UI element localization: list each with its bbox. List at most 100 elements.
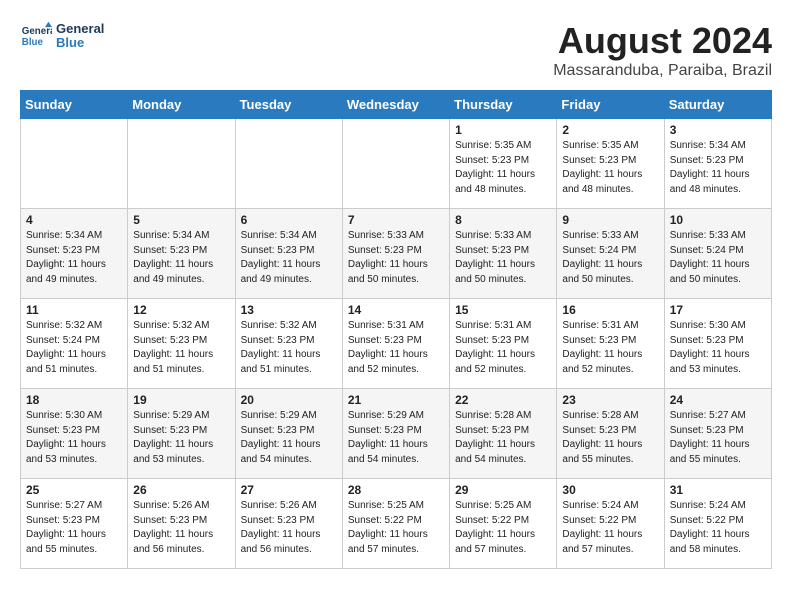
day-info: Sunrise: 5:29 AM Sunset: 5:23 PM Dayligh… (133, 409, 229, 467)
header-tuesday: Tuesday (235, 91, 342, 119)
day-number: 9 (562, 213, 658, 227)
cell-4-2: 19Sunrise: 5:29 AM Sunset: 5:23 PM Dayli… (128, 389, 235, 479)
day-info: Sunrise: 5:34 AM Sunset: 5:23 PM Dayligh… (670, 139, 766, 197)
day-info: Sunrise: 5:27 AM Sunset: 5:23 PM Dayligh… (670, 409, 766, 467)
day-number: 28 (348, 483, 444, 497)
day-info: Sunrise: 5:33 AM Sunset: 5:24 PM Dayligh… (562, 229, 658, 287)
day-info: Sunrise: 5:33 AM Sunset: 5:23 PM Dayligh… (348, 229, 444, 287)
logo: General Blue General Blue (20, 20, 104, 52)
cell-4-4: 21Sunrise: 5:29 AM Sunset: 5:23 PM Dayli… (342, 389, 449, 479)
day-number: 26 (133, 483, 229, 497)
cell-5-2: 26 Sunrise: 5:26 AM Sunset: 5:23 PM Dayli… (128, 479, 235, 569)
header-thursday: Thursday (450, 91, 557, 119)
svg-text:Blue: Blue (22, 37, 44, 48)
day-info: Sunrise: 5:25 AM Sunset: 5:22 PM Dayligh… (455, 499, 551, 557)
week-row-4: 18 Sunrise: 5:30 AM Sunset: 5:23 PM Dayli… (21, 389, 772, 479)
cell-3-3: 13 Sunrise: 5:32 AM Sunset: 5:23 PM Dayli… (235, 299, 342, 389)
day-info: Sunrise: 5:24 AM Sunset: 5:22 PM Dayligh… (562, 499, 658, 557)
day-number: 4 (26, 213, 122, 227)
cell-1-3 (235, 119, 342, 209)
day-number: 21 (348, 393, 444, 407)
header-wednesday: Wednesday (342, 91, 449, 119)
day-number: 18 (26, 393, 122, 407)
weekday-header-row: Sunday Monday Tuesday Wednesday Thursday… (21, 91, 772, 119)
day-number: 7 (348, 213, 444, 227)
cell-2-4: 7 Sunrise: 5:33 AM Sunset: 5:23 PM Daylig… (342, 209, 449, 299)
day-number: 8 (455, 213, 551, 227)
day-info: Sunrise: 5:26 AM Sunset: 5:23 PM Dayligh… (241, 499, 337, 557)
svg-text:General: General (22, 26, 52, 37)
day-info: Sunrise: 5:28 AM Sunset: 5:23 PM Dayligh… (455, 409, 551, 467)
header-friday: Friday (557, 91, 664, 119)
cell-1-6: 2 Sunrise: 5:35 AM Sunset: 5:23 PM Daylig… (557, 119, 664, 209)
day-number: 13 (241, 303, 337, 317)
logo-icon: General Blue (20, 20, 52, 52)
day-number: 16 (562, 303, 658, 317)
cell-3-2: 12 Sunrise: 5:32 AM Sunset: 5:23 PM Dayli… (128, 299, 235, 389)
calendar-title: August 2024 (553, 20, 772, 62)
day-info: Sunrise: 5:34 AM Sunset: 5:23 PM Dayligh… (26, 229, 122, 287)
day-info: Sunrise: 5:35 AM Sunset: 5:23 PM Dayligh… (562, 139, 658, 197)
day-number: 25 (26, 483, 122, 497)
cell-5-7: 31Sunrise: 5:24 AM Sunset: 5:22 PM Dayli… (664, 479, 771, 569)
day-number: 14 (348, 303, 444, 317)
day-info: Sunrise: 5:34 AM Sunset: 5:23 PM Dayligh… (241, 229, 337, 287)
day-number: 3 (670, 123, 766, 137)
cell-4-7: 24 Sunrise: 5:27 AM Sunset: 5:23 PM Dayli… (664, 389, 771, 479)
day-number: 10 (670, 213, 766, 227)
cell-2-5: 8 Sunrise: 5:33 AM Sunset: 5:23 PM Daylig… (450, 209, 557, 299)
cell-3-1: 11Sunrise: 5:32 AM Sunset: 5:24 PM Dayli… (21, 299, 128, 389)
day-number: 6 (241, 213, 337, 227)
cell-5-3: 27 Sunrise: 5:26 AM Sunset: 5:23 PM Dayli… (235, 479, 342, 569)
day-number: 30 (562, 483, 658, 497)
day-number: 1 (455, 123, 551, 137)
day-info: Sunrise: 5:30 AM Sunset: 5:23 PM Dayligh… (26, 409, 122, 467)
day-number: 5 (133, 213, 229, 227)
cell-4-3: 20Sunrise: 5:29 AM Sunset: 5:23 PM Dayli… (235, 389, 342, 479)
cell-2-7: 10Sunrise: 5:33 AM Sunset: 5:24 PM Dayli… (664, 209, 771, 299)
day-info: Sunrise: 5:28 AM Sunset: 5:23 PM Dayligh… (562, 409, 658, 467)
day-info: Sunrise: 5:29 AM Sunset: 5:23 PM Dayligh… (241, 409, 337, 467)
day-number: 2 (562, 123, 658, 137)
day-info: Sunrise: 5:35 AM Sunset: 5:23 PM Dayligh… (455, 139, 551, 197)
day-info: Sunrise: 5:33 AM Sunset: 5:23 PM Dayligh… (455, 229, 551, 287)
calendar-table: Sunday Monday Tuesday Wednesday Thursday… (20, 90, 772, 569)
day-number: 12 (133, 303, 229, 317)
logo-line2: Blue (56, 36, 104, 50)
week-row-2: 4 Sunrise: 5:34 AM Sunset: 5:23 PM Daylig… (21, 209, 772, 299)
day-info: Sunrise: 5:34 AM Sunset: 5:23 PM Dayligh… (133, 229, 229, 287)
day-info: Sunrise: 5:31 AM Sunset: 5:23 PM Dayligh… (455, 319, 551, 377)
week-row-1: 1 Sunrise: 5:35 AM Sunset: 5:23 PM Daylig… (21, 119, 772, 209)
day-number: 22 (455, 393, 551, 407)
cell-4-1: 18 Sunrise: 5:30 AM Sunset: 5:23 PM Dayli… (21, 389, 128, 479)
day-number: 27 (241, 483, 337, 497)
day-info: Sunrise: 5:30 AM Sunset: 5:23 PM Dayligh… (670, 319, 766, 377)
header-saturday: Saturday (664, 91, 771, 119)
day-number: 17 (670, 303, 766, 317)
day-number: 11 (26, 303, 122, 317)
cell-3-6: 16 Sunrise: 5:31 AM Sunset: 5:23 PM Dayli… (557, 299, 664, 389)
day-info: Sunrise: 5:31 AM Sunset: 5:23 PM Dayligh… (348, 319, 444, 377)
cell-3-5: 15Sunrise: 5:31 AM Sunset: 5:23 PM Dayli… (450, 299, 557, 389)
day-info: Sunrise: 5:27 AM Sunset: 5:23 PM Dayligh… (26, 499, 122, 557)
cell-2-1: 4 Sunrise: 5:34 AM Sunset: 5:23 PM Daylig… (21, 209, 128, 299)
cell-3-7: 17 Sunrise: 5:30 AM Sunset: 5:23 PM Dayli… (664, 299, 771, 389)
page-header: General Blue General Blue August 2024 Ma… (20, 20, 772, 80)
cell-4-5: 22 Sunrise: 5:28 AM Sunset: 5:23 PM Dayli… (450, 389, 557, 479)
header-monday: Monday (128, 91, 235, 119)
cell-1-7: 3 Sunrise: 5:34 AM Sunset: 5:23 PM Daylig… (664, 119, 771, 209)
cell-2-6: 9 Sunrise: 5:33 AM Sunset: 5:24 PM Daylig… (557, 209, 664, 299)
cell-1-1 (21, 119, 128, 209)
calendar-body: 1 Sunrise: 5:35 AM Sunset: 5:23 PM Daylig… (21, 119, 772, 569)
cell-1-5: 1 Sunrise: 5:35 AM Sunset: 5:23 PM Daylig… (450, 119, 557, 209)
cell-2-3: 6 Sunrise: 5:34 AM Sunset: 5:23 PM Daylig… (235, 209, 342, 299)
logo-line1: General (56, 22, 104, 36)
day-info: Sunrise: 5:32 AM Sunset: 5:23 PM Dayligh… (133, 319, 229, 377)
day-info: Sunrise: 5:32 AM Sunset: 5:23 PM Dayligh… (241, 319, 337, 377)
week-row-3: 11Sunrise: 5:32 AM Sunset: 5:24 PM Dayli… (21, 299, 772, 389)
cell-2-2: 5 Sunrise: 5:34 AM Sunset: 5:23 PM Daylig… (128, 209, 235, 299)
day-number: 23 (562, 393, 658, 407)
day-number: 24 (670, 393, 766, 407)
day-info: Sunrise: 5:31 AM Sunset: 5:23 PM Dayligh… (562, 319, 658, 377)
day-info: Sunrise: 5:26 AM Sunset: 5:23 PM Dayligh… (133, 499, 229, 557)
